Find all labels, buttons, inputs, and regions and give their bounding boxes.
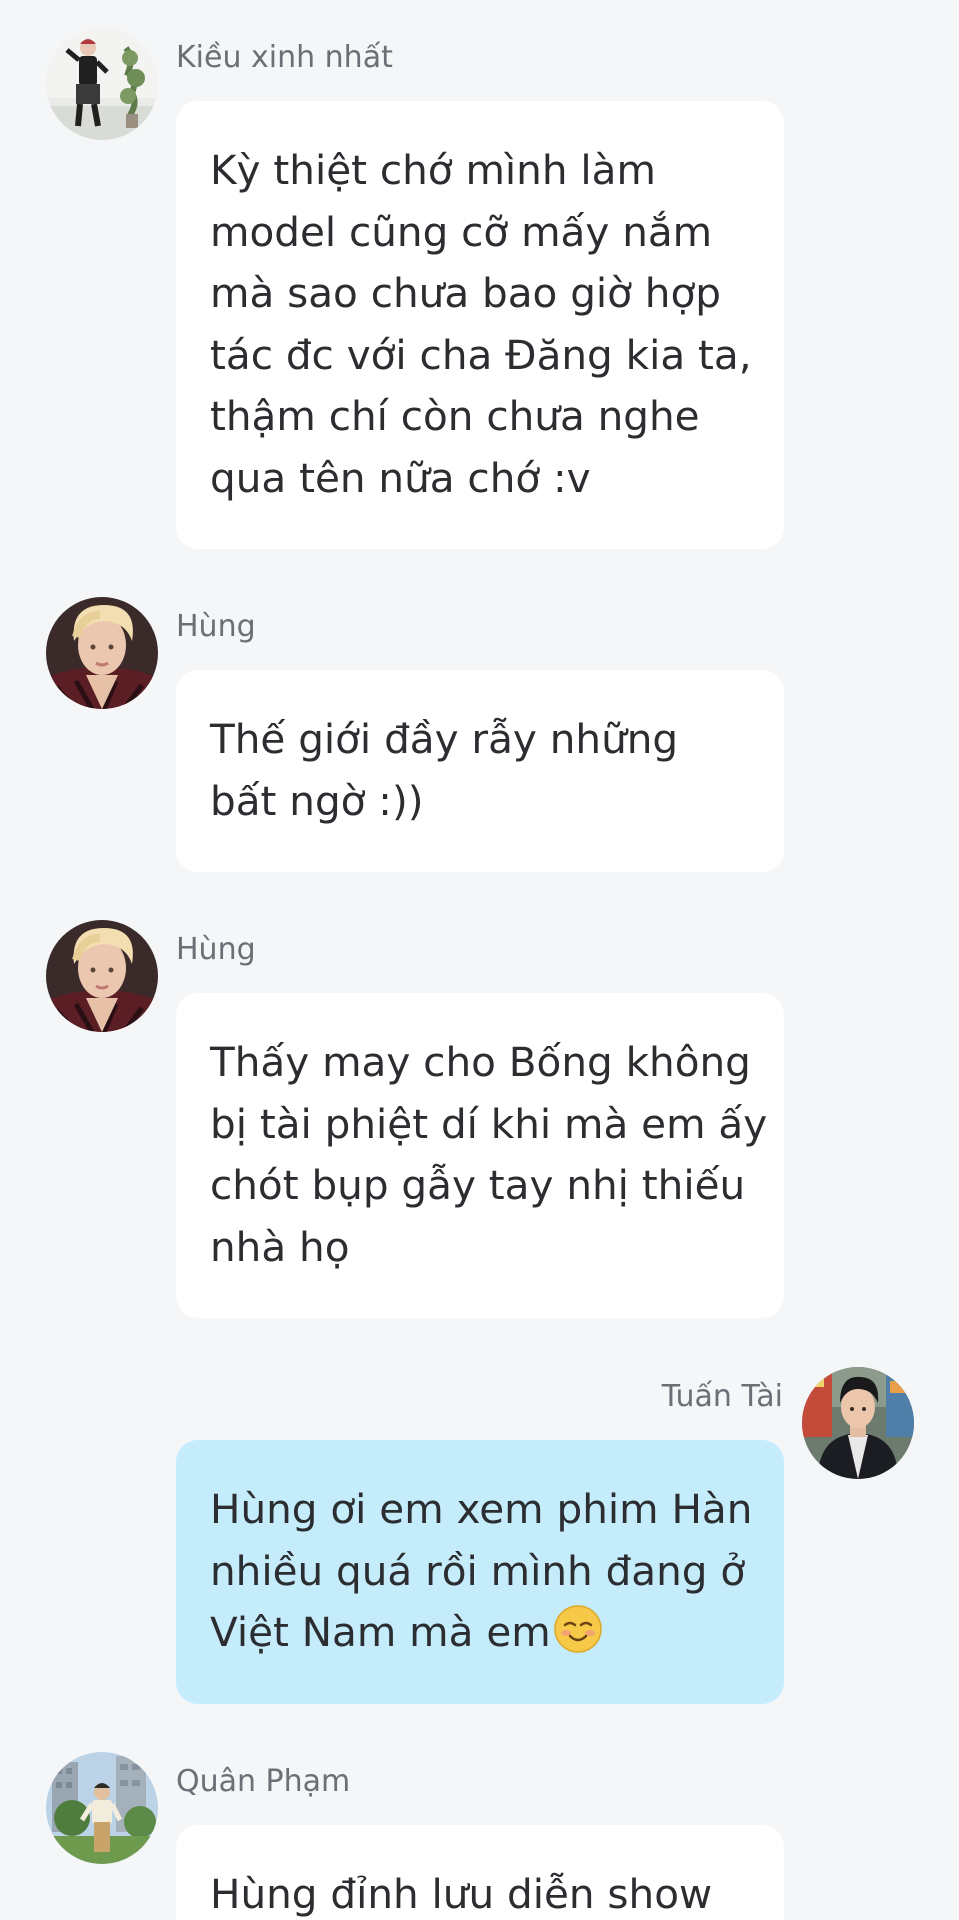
- message-text-line: chót bụp gẫy tay nhị thiếu: [210, 1161, 746, 1209]
- message-text-line: bị tài phiệt dí khi mà em ấy: [210, 1099, 768, 1148]
- message-text-line: Kỳ thiệt chớ mình làm: [210, 146, 656, 194]
- message-text-line: nhiều quá rồi mình đang ở: [210, 1546, 746, 1595]
- message-text-line: thậm chí còn chưa nghe: [210, 392, 700, 440]
- message-text-line: tác đc với cha Đăng kia ta,: [210, 330, 752, 379]
- message-text-line-with-emoji: Việt Nam mà em: [210, 1602, 754, 1664]
- message-text-line: model cũng cỡ mấy nắm: [210, 207, 713, 256]
- message-text-line: nhà họ: [210, 1222, 350, 1271]
- message-bubble[interactable]: Hùng đỉnh lưu diễn show: [176, 1825, 784, 1920]
- smiling-face-emoji-icon: [553, 1604, 603, 1654]
- message-text-line: Thế giới đầy rẫy những: [210, 715, 679, 763]
- message-bubble[interactable]: Thế giới đầy rẫy những bất ngờ :)): [176, 670, 784, 872]
- profile-photo-man-outdoors-icon[interactable]: [46, 1752, 158, 1864]
- sender-name: Kiều xinh nhất: [176, 40, 393, 75]
- sender-name: Hùng: [176, 609, 256, 644]
- message-text-line: Hùng đỉnh lưu diễn show: [210, 1870, 713, 1918]
- message-bubble[interactable]: Thấy may cho Bống không bị tài phiệt dí …: [176, 993, 784, 1318]
- sender-name: Quân Phạm: [176, 1764, 351, 1799]
- message-text-line: bất ngờ :)): [210, 776, 424, 825]
- sender-name: Hùng: [176, 932, 256, 967]
- message-text-segment: Việt Nam mà em: [210, 1608, 551, 1656]
- message-bubble[interactable]: Kỳ thiệt chớ mình làm model cũng cỡ mấy …: [176, 101, 784, 549]
- message-bubble-mine[interactable]: Hùng ơi em xem phim Hàn nhiều quá rồi mì…: [176, 1440, 784, 1704]
- message-text-line: qua tên nữa chớ :v: [210, 453, 591, 502]
- profile-photo-woman-standing-icon[interactable]: [46, 28, 158, 140]
- profile-photo-blond-man-icon[interactable]: [46, 597, 158, 709]
- profile-photo-man-dark-jacket-icon[interactable]: [802, 1367, 914, 1479]
- message-text-line: Hùng ơi em xem phim Hàn: [210, 1485, 753, 1533]
- sender-name: Tuấn Tài: [661, 1379, 783, 1414]
- message-text-line: mà sao chưa bao giờ hợp: [210, 269, 721, 317]
- profile-photo-blond-man-icon[interactable]: [46, 920, 158, 1032]
- message-text-line: Thấy may cho Bống không: [210, 1038, 751, 1086]
- chat-thread: Kiều xinh nhất Kỳ thiệt chớ mình làm mod…: [0, 0, 959, 1920]
